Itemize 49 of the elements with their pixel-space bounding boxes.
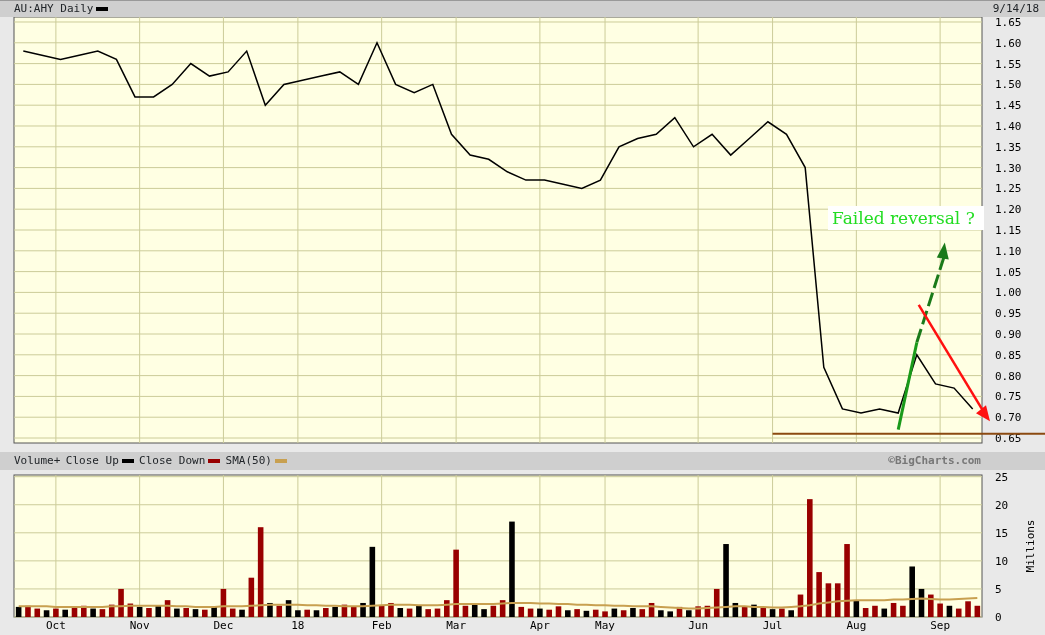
axis-label: Nov [129,619,150,632]
axis-label: 25 [995,470,1009,484]
axis-label: 0.75 [995,390,1022,404]
axis-label: 1.30 [995,161,1022,175]
legend-label: Close Down [139,452,206,469]
legend-label: SMA(50) [225,452,272,469]
axis-label: 1.15 [995,224,1022,237]
chart-title: AU:AHY Daily [14,0,94,17]
legend-label: Volume+ [14,452,61,469]
axis-label: 0.80 [995,369,1022,383]
axis-label: 1.25 [995,182,1022,196]
axis-label: Sep [930,619,951,632]
axis-label: Jun [688,619,709,632]
axis-label: 1.40 [995,120,1022,133]
axis-label: Feb [371,619,392,632]
axis-label: 15 [995,526,1009,540]
annotation: Failed reversal ? [832,208,975,228]
axis-label: 20 [995,498,1009,512]
legend-label: Close Up [65,452,119,469]
axis-label: 18 [291,619,305,632]
axis-label: Dec [213,619,234,632]
axis-label: 0.90 [995,328,1022,341]
axis-label: 1.20 [995,203,1022,217]
axis-label: 1.55 [995,57,1022,71]
annotation-label: Failed reversal ? [828,206,984,230]
copyright-text: ©BigCharts.com [888,452,981,469]
axis-label: 5 [995,582,1002,596]
axis-label: May [595,619,615,632]
axis-label: 0.65 [995,432,1022,445]
axis-label: 1.35 [995,140,1022,154]
axis-label: 1.60 [995,36,1022,50]
axis-label: Apr [529,619,550,632]
axis-label: 10 [995,554,1009,568]
axis-label: 0.95 [995,307,1022,321]
axis-label: Oct [45,619,66,632]
axis-label: 0.85 [995,348,1022,362]
axis-label: 0.70 [995,411,1022,425]
axis-label: 1.50 [995,78,1022,92]
axis-label: 1.00 [995,286,1022,300]
axis-label: 1.45 [995,99,1022,113]
axis-label: 1.65 [995,17,1022,29]
axis-label: Jul [762,619,783,632]
axis-label: Aug [846,619,867,632]
axis-label: Mar [446,619,467,632]
axis-label: 1.10 [995,244,1022,258]
axis-label: 0 [995,611,1002,624]
chart-date: 9/14/18 [992,0,1039,17]
axis-label: 1.05 [995,265,1022,279]
axis-title: Millions [1024,519,1037,573]
